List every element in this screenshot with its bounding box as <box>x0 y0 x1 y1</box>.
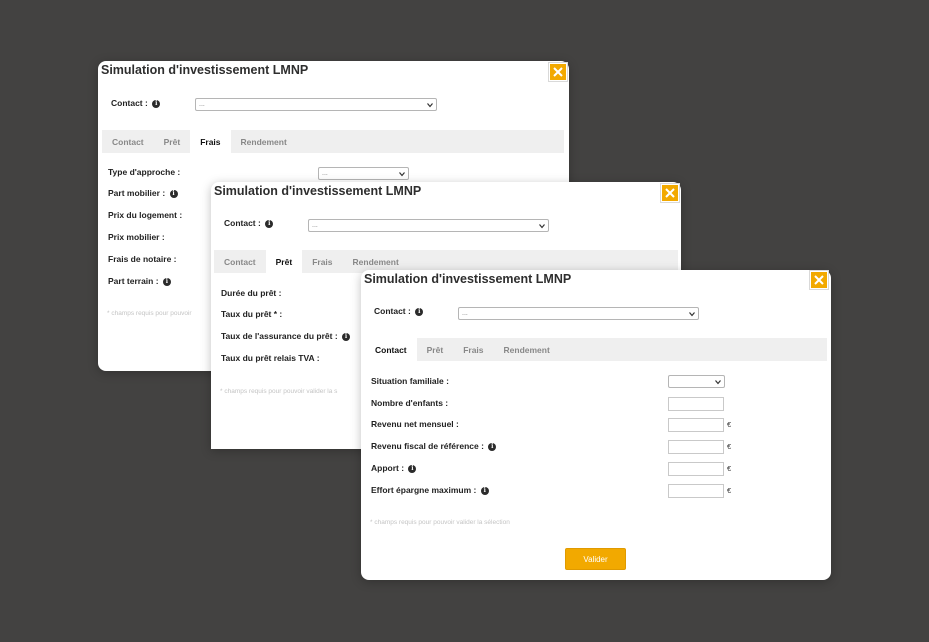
close-icon <box>665 188 675 198</box>
required-note: * champs requis pour pouvoir <box>107 310 192 317</box>
tab-frais[interactable]: Frais <box>453 338 493 361</box>
info-icon: i <box>415 307 424 316</box>
tab-contact[interactable]: Contact <box>365 338 417 361</box>
close-icon <box>553 67 563 77</box>
field-prix-mobilier: Prix mobilier : <box>108 232 165 242</box>
chevron-down-icon <box>689 312 695 317</box>
required-note: * champs requis pour pouvoir valider la … <box>370 519 510 526</box>
close-button[interactable] <box>548 62 568 82</box>
tab-bar: Contact Prêt Frais Rendement <box>365 338 827 361</box>
info-icon: i <box>152 99 161 108</box>
field-part-terrain: Part terrain : i <box>108 276 171 286</box>
info-icon: i <box>488 442 497 451</box>
select-value: ... <box>322 170 328 177</box>
info-icon: i <box>342 332 351 341</box>
situation-familiale-select[interactable] <box>668 375 725 388</box>
field-nombre-enfants: Nombre d'enfants : <box>371 398 449 408</box>
tab-rendement[interactable]: Rendement <box>494 338 560 361</box>
currency-unit: € <box>727 464 732 473</box>
field-frais-notaire: Frais de notaire : <box>108 254 177 264</box>
currency-unit: € <box>727 486 732 495</box>
effort-epargne-input[interactable] <box>668 484 724 498</box>
info-icon: i <box>169 189 178 198</box>
tab-pret[interactable]: Prêt <box>265 250 303 273</box>
info-icon: i <box>408 464 417 473</box>
field-prix-logement: Prix du logement : <box>108 210 183 220</box>
chevron-down-icon <box>399 172 405 177</box>
tab-frais[interactable]: Frais <box>302 250 342 273</box>
field-taux-assurance: Taux de l'assurance du prêt : i <box>221 331 351 341</box>
tab-pret[interactable]: Prêt <box>154 130 191 153</box>
currency-unit: € <box>727 420 732 429</box>
chevron-down-icon <box>539 224 545 229</box>
revenu-fiscal-input[interactable] <box>668 440 724 454</box>
field-apport: Apport : i <box>371 463 417 473</box>
tab-contact[interactable]: Contact <box>214 250 266 273</box>
revenu-net-mensuel-input[interactable] <box>668 418 724 432</box>
validate-button[interactable]: Valider <box>565 548 626 570</box>
info-icon: i <box>265 219 274 228</box>
select-value: ... <box>312 222 318 229</box>
contact-label: Contact : i <box>374 306 424 316</box>
field-part-mobilier: Part mobilier : i <box>108 188 178 198</box>
field-revenu-fiscal: Revenu fiscal de référence : i <box>371 441 497 451</box>
chevron-down-icon <box>427 103 433 108</box>
field-effort-epargne: Effort épargne maximum : i <box>371 485 489 495</box>
select-value: ... <box>199 101 205 108</box>
nombre-enfants-input[interactable] <box>668 397 724 411</box>
close-icon <box>814 275 824 285</box>
contact-select[interactable]: ... <box>458 307 699 320</box>
required-note: * champs requis pour pouvoir valider la … <box>220 388 338 395</box>
modal-title: Simulation d'investissement LMNP <box>214 184 422 198</box>
field-situation-familiale: Situation familiale : <box>371 376 449 386</box>
type-approche-select[interactable]: ... <box>318 167 409 180</box>
contact-select[interactable]: ... <box>195 98 437 111</box>
tab-rendement[interactable]: Rendement <box>231 130 297 153</box>
tab-pret[interactable]: Prêt <box>417 338 454 361</box>
chevron-down-icon <box>715 380 721 385</box>
field-taux-pret: Taux du prêt * : <box>221 309 283 319</box>
apport-input[interactable] <box>668 462 724 476</box>
currency-unit: € <box>727 442 732 451</box>
select-value: ... <box>462 310 468 317</box>
tab-bar: Contact Prêt Frais Rendement <box>102 130 564 153</box>
close-button[interactable] <box>660 183 680 203</box>
field-revenu-net-mensuel: Revenu net mensuel : <box>371 419 459 429</box>
info-icon: i <box>162 277 171 286</box>
simulation-modal-contact: Simulation d'investissement LMNP Contact… <box>361 270 831 580</box>
tab-frais[interactable]: Frais <box>190 130 231 153</box>
modal-title: Simulation d'investissement LMNP <box>364 272 572 286</box>
field-type-approche: Type d'approche : <box>108 167 181 177</box>
field-duree-pret: Durée du prêt : <box>221 288 282 298</box>
close-button[interactable] <box>809 270 829 290</box>
tab-contact[interactable]: Contact <box>102 130 154 153</box>
field-taux-relais-tva: Taux du prêt relais TVA : <box>221 353 320 363</box>
contact-label: Contact : i <box>111 98 161 108</box>
contact-label: Contact : i <box>224 218 274 228</box>
info-icon: i <box>480 486 489 495</box>
contact-select[interactable]: ... <box>308 219 549 232</box>
modal-title: Simulation d'investissement LMNP <box>101 63 309 77</box>
